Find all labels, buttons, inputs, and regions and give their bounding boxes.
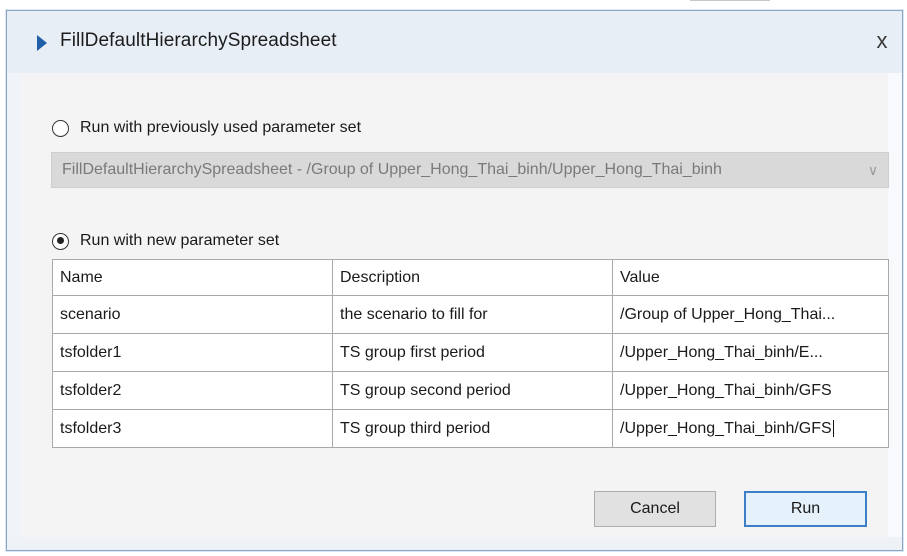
- dialog-window: FillDefaultHierarchySpreadsheet x Run wi…: [6, 10, 903, 551]
- column-header-value[interactable]: Value: [612, 259, 889, 296]
- table-row[interactable]: tsfolder1 TS group first period /Upper_H…: [52, 333, 889, 372]
- radio-new-parameter-set[interactable]: Run with new parameter set: [52, 232, 279, 250]
- play-triangle-icon: [37, 35, 47, 51]
- column-header-name[interactable]: Name: [52, 259, 333, 296]
- cancel-button[interactable]: Cancel: [594, 491, 716, 527]
- chevron-down-icon[interactable]: ∨: [858, 162, 888, 179]
- table-row[interactable]: tsfolder2 TS group second period /Upper_…: [52, 371, 889, 410]
- close-icon[interactable]: x: [865, 25, 899, 57]
- radio-previous-parameter-set[interactable]: Run with previously used parameter set: [52, 119, 361, 137]
- dropdown-selected-value: FillDefaultHierarchySpreadsheet - /Group…: [62, 161, 722, 178]
- run-button[interactable]: Run: [744, 491, 867, 527]
- radio-button-previous[interactable]: [52, 119, 69, 137]
- radio-label-previous: Run with previously used parameter set: [80, 119, 362, 136]
- window-frame-bottom: [7, 537, 902, 550]
- parameter-table: Name Description Value scenario the scen…: [52, 259, 889, 448]
- cell-description[interactable]: TS group second period: [332, 371, 613, 410]
- cell-description[interactable]: TS group first period: [332, 333, 613, 372]
- cell-value[interactable]: /Upper_Hong_Thai_binh/GFS: [612, 371, 889, 410]
- column-header-description[interactable]: Description: [332, 259, 613, 296]
- background-strip: [0, 0, 907, 8]
- table-row[interactable]: tsfolder3 TS group third period /Upper_H…: [52, 409, 889, 448]
- cell-value-editing[interactable]: /Upper_Hong_Thai_binh/GFS: [612, 409, 889, 448]
- cell-name[interactable]: scenario: [52, 295, 333, 334]
- background-fragment: [690, 0, 770, 4]
- cell-name[interactable]: tsfolder2: [52, 371, 333, 410]
- cell-value[interactable]: /Group of Upper_Hong_Thai...: [612, 295, 889, 334]
- cell-value-text: /Upper_Hong_Thai_binh/GFS: [620, 419, 832, 437]
- previous-parameter-set-dropdown[interactable]: FillDefaultHierarchySpreadsheet - /Group…: [51, 152, 889, 188]
- title-bar[interactable]: FillDefaultHierarchySpreadsheet x: [7, 11, 902, 74]
- window-title: FillDefaultHierarchySpreadsheet: [60, 30, 337, 51]
- cell-name[interactable]: tsfolder1: [52, 333, 333, 372]
- dialog-content: Run with previously used parameter set F…: [21, 73, 889, 537]
- table-row[interactable]: scenario the scenario to fill for /Group…: [52, 295, 889, 334]
- text-cursor: [832, 419, 834, 437]
- cell-description[interactable]: the scenario to fill for: [332, 295, 613, 334]
- radio-label-new: Run with new parameter set: [80, 232, 280, 249]
- window-frame-left: [7, 73, 22, 550]
- radio-button-new[interactable]: [52, 232, 69, 250]
- window-frame-right: [888, 73, 902, 550]
- table-header-row: Name Description Value: [52, 259, 889, 296]
- cell-value[interactable]: /Upper_Hong_Thai_binh/E...: [612, 333, 889, 372]
- cell-description[interactable]: TS group third period: [332, 409, 613, 448]
- cell-name[interactable]: tsfolder3: [52, 409, 333, 448]
